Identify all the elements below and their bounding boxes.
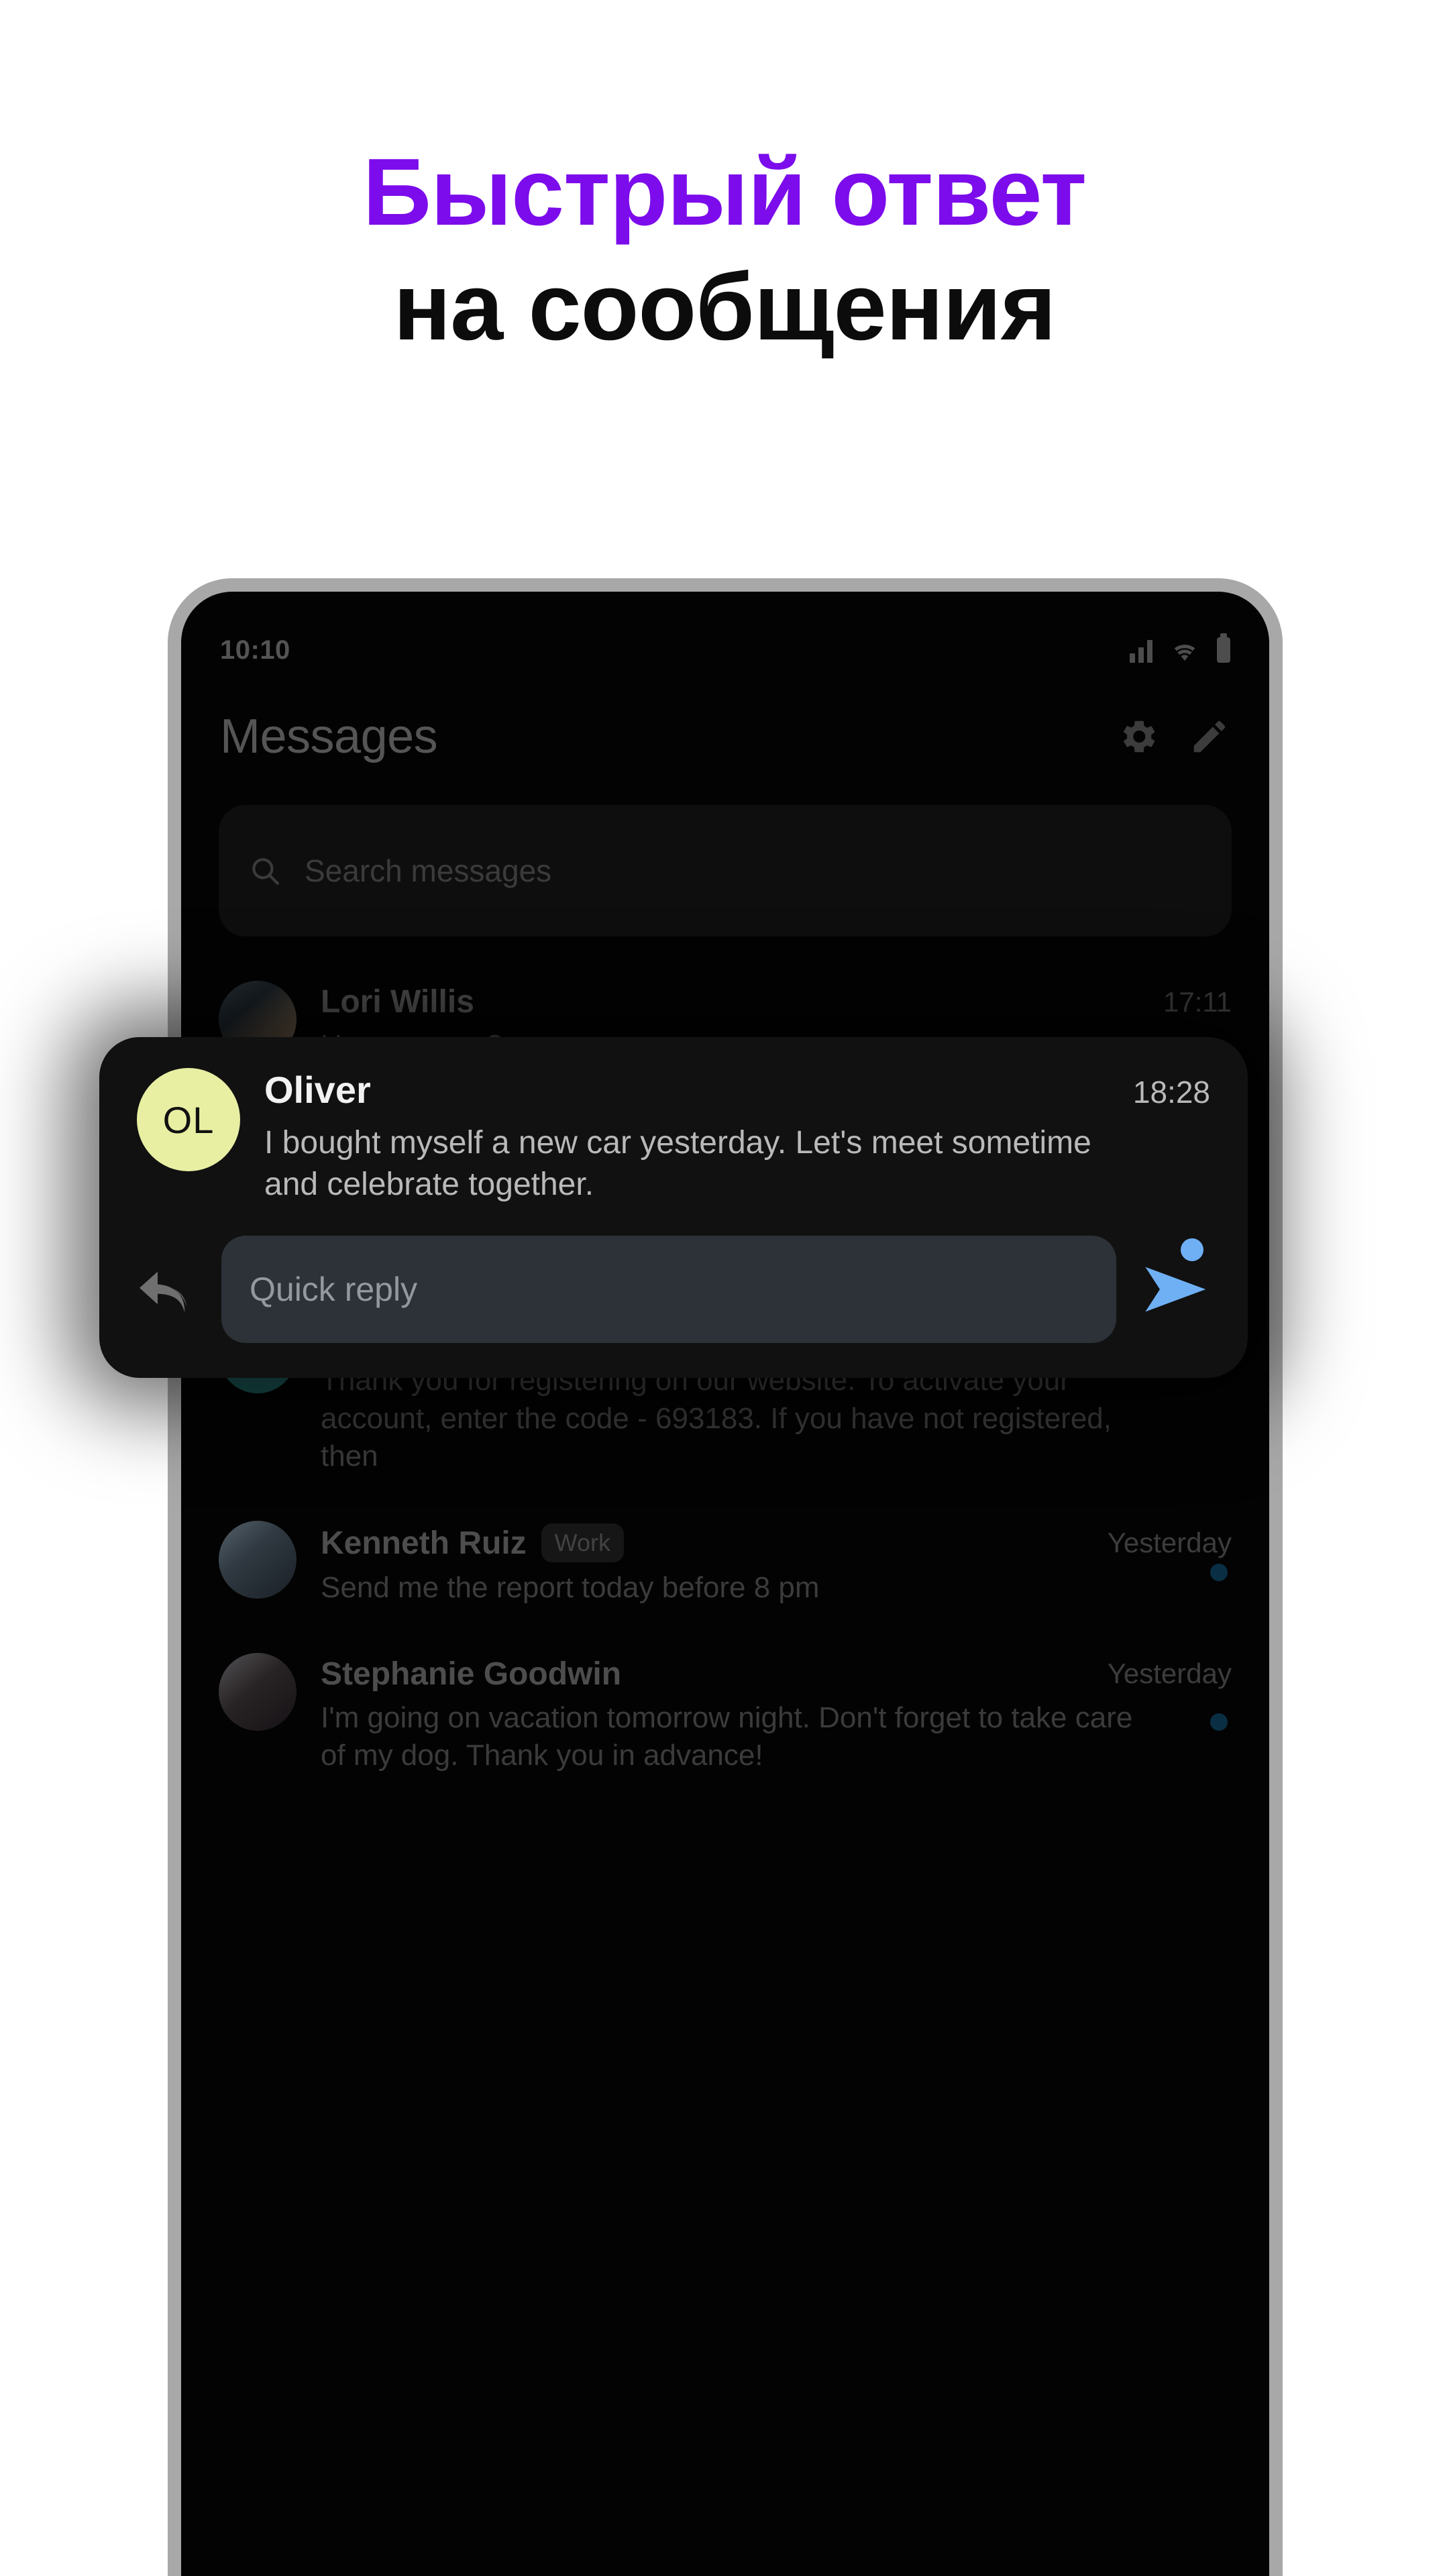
signal-icon [1130,640,1152,663]
screenshot-root: Быстрый ответ на сообщения 10:10 Message… [0,0,1449,2576]
popup-title-row: Oliver 18:28 [264,1068,1210,1112]
popup-header: OL Oliver 18:28 I bought myself a new ca… [137,1068,1210,1206]
message-preview: Send me the report today before 8 pm [321,1571,820,1605]
avatar-initials: OL [162,1098,215,1141]
list-item[interactable]: Stephanie Goodwin Yesterday I'm going on v… [181,1630,1269,1798]
list-item[interactable]: Kenneth Ruiz Work Yesterday Send me the rep… [181,1498,1269,1629]
popup-message-text: I bought myself a new car yesterday. Let… [264,1125,1091,1203]
app-header: Messages [181,678,1269,796]
avatar-photo [219,1521,297,1599]
wifi-icon [1174,645,1195,661]
avatar [219,1521,297,1599]
headline-line-2: на сообщения [393,254,1056,361]
phone-mockup: 10:10 Messages Search messages Lori Will… [168,578,1283,2576]
unread-dot [1181,1238,1203,1261]
list-item-title-row: Lori Willis 17:11 [321,983,1232,1020]
list-item-title-row: Kenneth Ruiz Work Yesterday [321,1523,1232,1563]
timestamp: 17:11 [1163,985,1232,1018]
app-title: Messages [220,710,438,763]
list-item-title-row: Stephanie Goodwin Yesterday [321,1656,1232,1693]
status-badge: Work [541,1523,624,1563]
quick-reply-row: Quick reply [137,1235,1210,1343]
message-preview: Thank you for registering on our website… [321,1364,1112,1472]
gear-icon[interactable] [1118,716,1159,757]
search-icon [252,858,279,885]
pencil-icon[interactable] [1189,716,1230,757]
quick-reply-popup[interactable]: OL Oliver 18:28 I bought myself a new ca… [99,1037,1248,1378]
quick-reply-placeholder: Quick reply [250,1270,418,1308]
quick-reply-input[interactable]: Quick reply [221,1235,1116,1343]
send-icon[interactable] [1143,1263,1210,1316]
list-item-body: Kenneth Ruiz Work Yesterday Send me the rep… [321,1521,1232,1607]
page-title: Быстрый ответ на сообщения [0,141,1449,359]
status-bar-icons [1130,633,1230,663]
message-preview: I'm going on vacation tomorrow night. Do… [321,1701,1133,1772]
reply-arrow-icon[interactable] [137,1265,195,1313]
contact-name: Kenneth Ruiz [321,1525,527,1561]
timestamp: Yesterday [1107,1527,1232,1559]
phone-screen: 10:10 Messages Search messages Lori Will… [181,592,1269,2576]
search-input[interactable]: Search messages [219,805,1232,936]
status-bar-clock: 10:10 [220,635,290,665]
contact-name: Stephanie Goodwin [321,1656,622,1692]
search-placeholder: Search messages [305,853,552,888]
avatar [219,1652,297,1731]
popup-timestamp: 18:28 [1132,1075,1210,1110]
avatar-photo [219,1652,297,1731]
popup-content: Oliver 18:28 I bought myself a new car y… [264,1068,1210,1206]
contact-name: Lori Willis [321,984,474,1020]
popup-sender-name: Oliver [264,1069,371,1111]
timestamp: Yesterday [1107,1658,1232,1689]
status-bar: 10:10 [181,592,1269,678]
avatar: OL [137,1068,240,1171]
list-item-body: Stephanie Goodwin Yesterday I'm going on v… [321,1653,1232,1775]
battery-icon [1217,633,1230,663]
headline-line-1: Быстрый ответ [362,139,1087,246]
header-actions [1118,716,1230,757]
